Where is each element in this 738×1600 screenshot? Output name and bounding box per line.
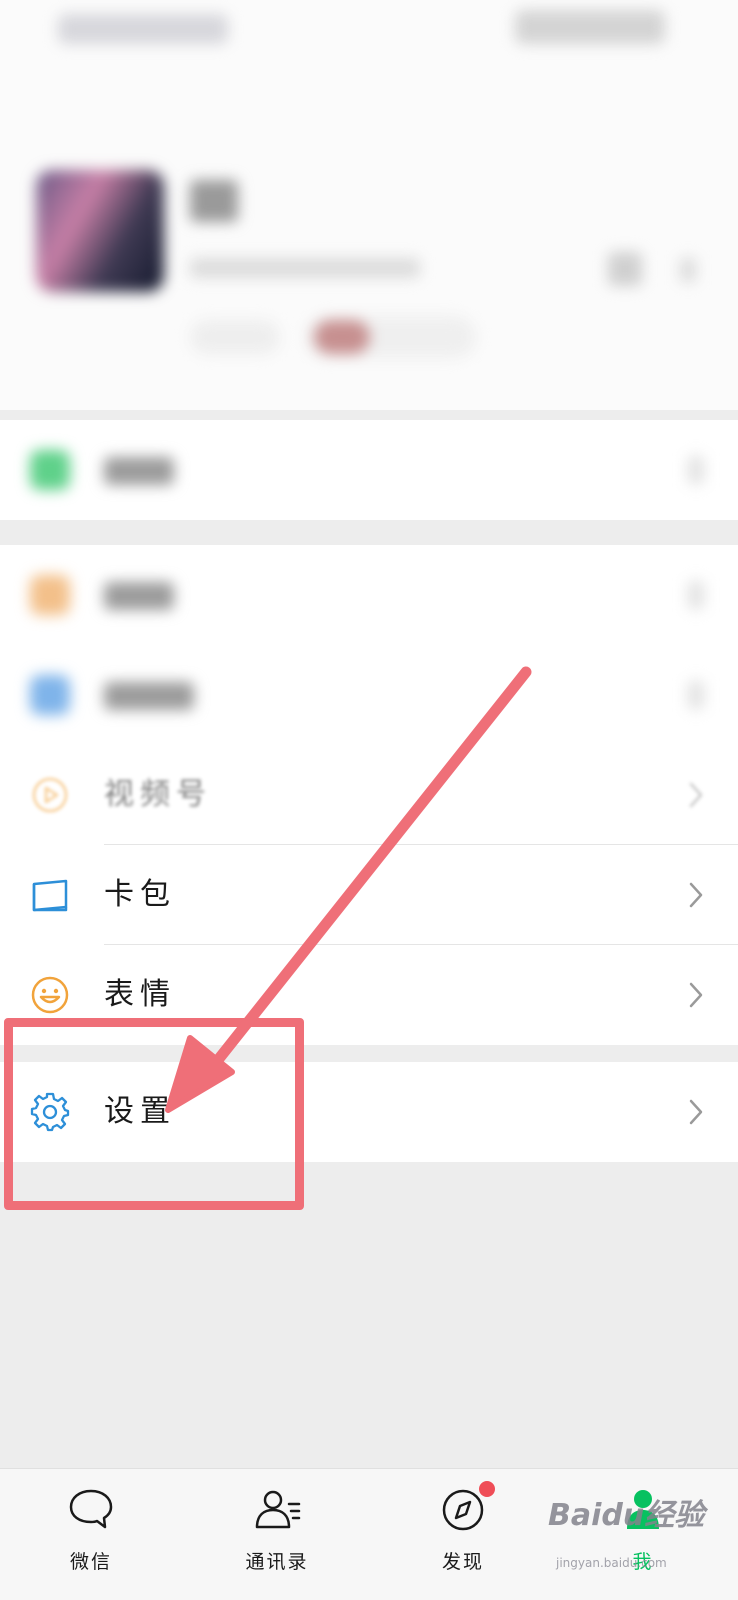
annotation-arrow <box>165 666 532 1113</box>
tab-label: 通讯录 <box>245 1551 309 1573</box>
contacts-icon <box>255 1490 301 1529</box>
notification-badge <box>479 1481 495 1497</box>
tab-chats[interactable]: 微信 <box>16 1469 166 1600</box>
baidu-watermark: Baidu经验 <box>548 1498 705 1533</box>
tab-discover[interactable]: 发现 <box>388 1469 538 1600</box>
watermark-url: jingyan.baidu.com <box>556 1556 667 1570</box>
tab-contacts[interactable]: 通讯录 <box>202 1469 352 1600</box>
chat-bubble-icon <box>69 1489 113 1529</box>
tab-label: 微信 <box>69 1551 112 1573</box>
tab-label: 发现 <box>441 1551 484 1573</box>
